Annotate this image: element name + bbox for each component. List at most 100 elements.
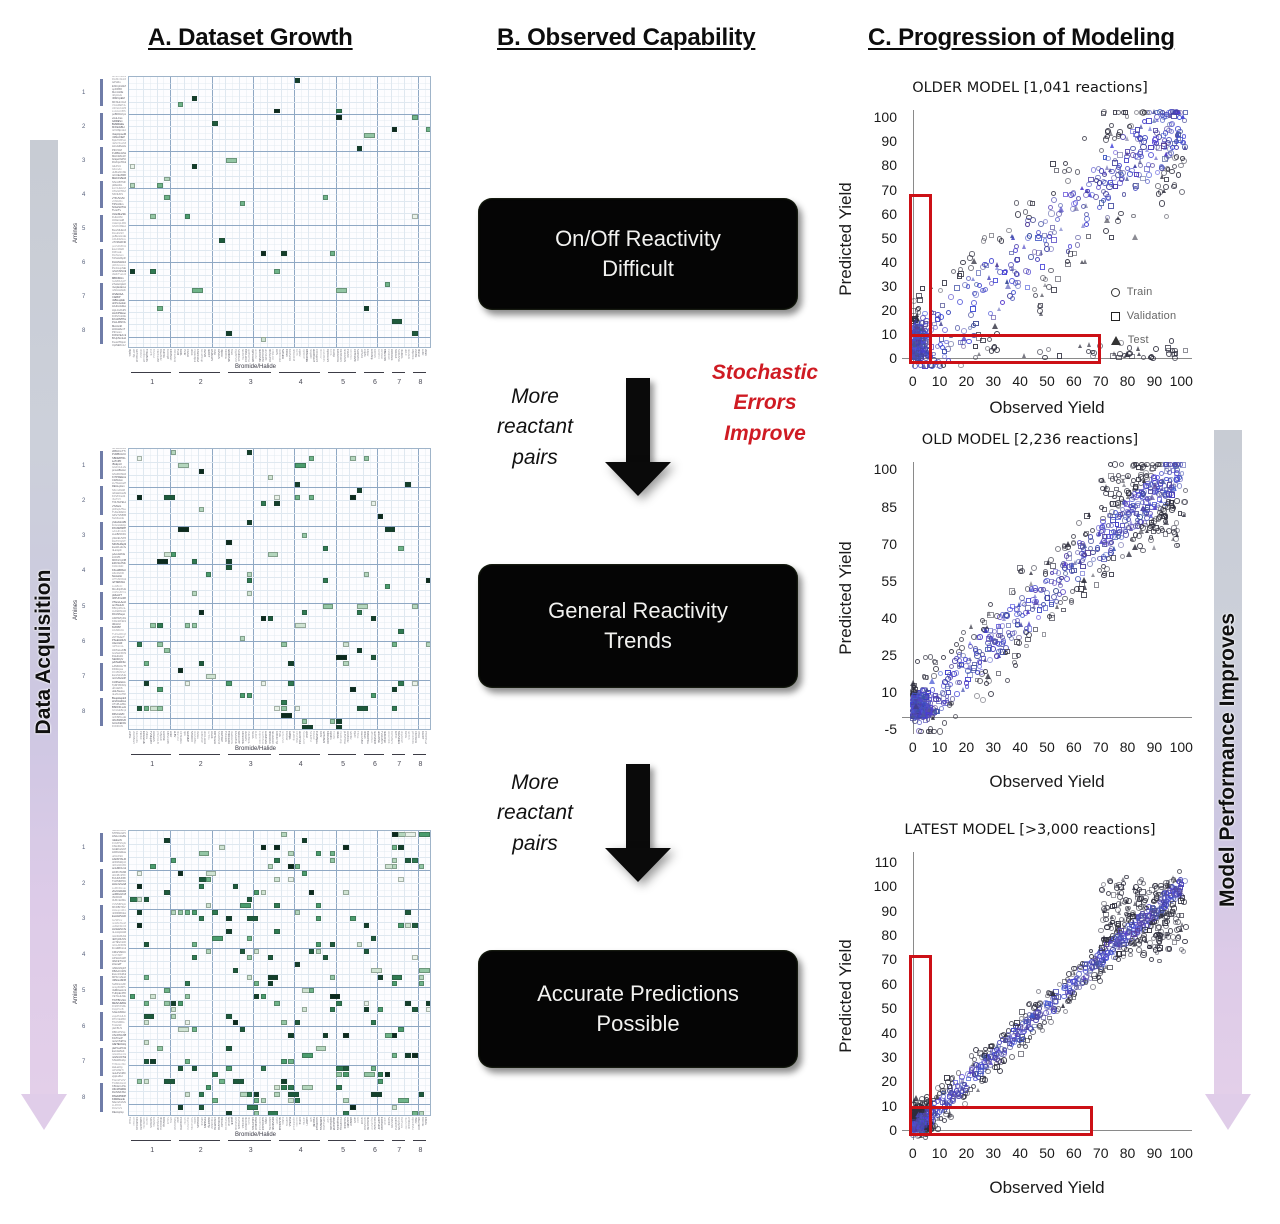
row-group-bracket: [100, 521, 103, 550]
data-point: [1156, 907, 1161, 913]
data-point: [967, 265, 974, 271]
column-label-text: LHAFp: [332, 349, 336, 358]
gridline-horizontal: [129, 954, 430, 956]
data-point: [1009, 266, 1014, 271]
data-point: [1158, 498, 1163, 503]
data-point: [995, 262, 1000, 268]
figure-root: A. Dataset Growth B. Observed Capability…: [0, 0, 1280, 1224]
heatmap-cell: [143, 1000, 149, 1006]
gridline-horizontal: [129, 318, 430, 320]
gridline-horizontal: [129, 850, 430, 852]
data-point: [953, 1080, 959, 1086]
heatmap-cell: [233, 968, 239, 974]
data-point: [996, 653, 1001, 659]
data-point: [967, 657, 972, 662]
row-group-number: 7: [82, 294, 86, 300]
data-point: [1059, 588, 1066, 595]
column-label-text: vvpLU: [298, 349, 302, 357]
data-point: [1088, 948, 1094, 954]
heatmap-cell: [143, 661, 149, 667]
heatmap-cell: [288, 1033, 294, 1039]
data-point: [1119, 554, 1125, 560]
gridline-horizontal: [129, 590, 430, 591]
x-axis-tick-label: 80: [1119, 373, 1136, 389]
column-label-text: CMpLHH: [271, 349, 275, 360]
column-label-text: suHUFnAGmN: [264, 731, 268, 744]
heatmap-cell: [136, 456, 143, 462]
panel-a-grid-middle: 12345678mPMRAUuLTURsBBnFmTTmVPoNKPURBtnU…: [73, 446, 433, 774]
heatmap-cell: [205, 674, 217, 680]
x-axis-tick-label: 90: [1146, 739, 1163, 755]
column-label-text: CSNMSTHvr: [213, 1117, 217, 1130]
heatmap-cell: [322, 195, 328, 200]
heatmap-cell: [253, 981, 260, 987]
data-point: [935, 698, 942, 705]
data-point: [1018, 594, 1025, 601]
gridline-horizontal: [129, 163, 430, 165]
data-point: [1042, 605, 1048, 611]
column-label-text: TSttvs: [356, 731, 360, 739]
x-axis-line: [902, 716, 1192, 718]
heatmap-cell: [301, 1052, 313, 1058]
y-axis-tick-label: 60: [881, 975, 897, 992]
data-point: [1144, 529, 1149, 534]
data-point: [1019, 1037, 1025, 1042]
data-point: [1177, 876, 1182, 882]
x-axis-tick-label: 70: [1092, 1145, 1109, 1161]
column-label-text: uFvMvMF: [264, 349, 268, 361]
gridline-horizontal: [129, 262, 430, 264]
data-point: [1159, 200, 1166, 207]
y-axis-tick-label: 80: [881, 157, 897, 174]
column-group-number: 7: [397, 761, 402, 768]
heatmap-cell: [370, 935, 377, 941]
data-point: [1039, 264, 1046, 271]
heatmap-cell: [233, 883, 239, 889]
heatmap-cell: [226, 929, 232, 935]
data-point: [1129, 520, 1134, 526]
x-axis-tick-label: 100: [1169, 373, 1193, 389]
arrow-head: [21, 1094, 67, 1130]
arrow-stem: [626, 378, 650, 464]
data-point: [1100, 917, 1107, 924]
heatmap-cell: [267, 616, 273, 622]
heatmap-cell: [398, 1098, 410, 1104]
heatmap-cell: [260, 337, 267, 343]
column-label-text: oFpAUrsP: [400, 731, 404, 743]
y-axis-tick-label: 80: [881, 926, 897, 943]
data-point: [1117, 942, 1122, 948]
heatmap-cell: [240, 693, 246, 699]
data-point: [1082, 975, 1087, 981]
column-label-text: CtFtGpmtTo: [315, 349, 319, 362]
data-point: [1142, 478, 1147, 484]
data-point: [1081, 135, 1088, 142]
heatmap-cell: [171, 857, 177, 863]
data-point: [1109, 539, 1115, 545]
data-point: [974, 652, 981, 659]
data-point: [1157, 944, 1164, 951]
y-axis-tick-label: 110: [874, 853, 897, 870]
data-point: [1088, 176, 1094, 183]
x-axis-tick-label: 20: [958, 373, 975, 389]
column-label-text: DBSrADEEuG: [305, 349, 309, 362]
gridline-horizontal: [129, 182, 430, 184]
data-point: [1175, 533, 1180, 538]
heatmap-cell: [226, 1065, 232, 1071]
heatmap-cell: [157, 182, 163, 188]
heatmap-cell: [171, 1007, 177, 1013]
panel-a-title: A. Dataset Growth: [148, 24, 353, 51]
data-point: [985, 646, 991, 653]
heatmap-cell: [136, 922, 143, 928]
data-point: [1083, 221, 1090, 227]
data-point: [1126, 473, 1131, 479]
data-point: [1080, 563, 1087, 570]
data-point: [1121, 191, 1127, 197]
column-label-text: DLPGBuTVtU: [390, 731, 394, 744]
gridline-horizontal: [129, 1019, 430, 1021]
heatmap-cell: [288, 1059, 294, 1065]
data-point: [987, 657, 994, 664]
heatmap-cell: [329, 994, 341, 1000]
data-point: [1062, 978, 1068, 984]
data-point: [1098, 927, 1104, 934]
gridline-horizontal: [129, 915, 430, 917]
heatmap-cell: [336, 718, 342, 724]
